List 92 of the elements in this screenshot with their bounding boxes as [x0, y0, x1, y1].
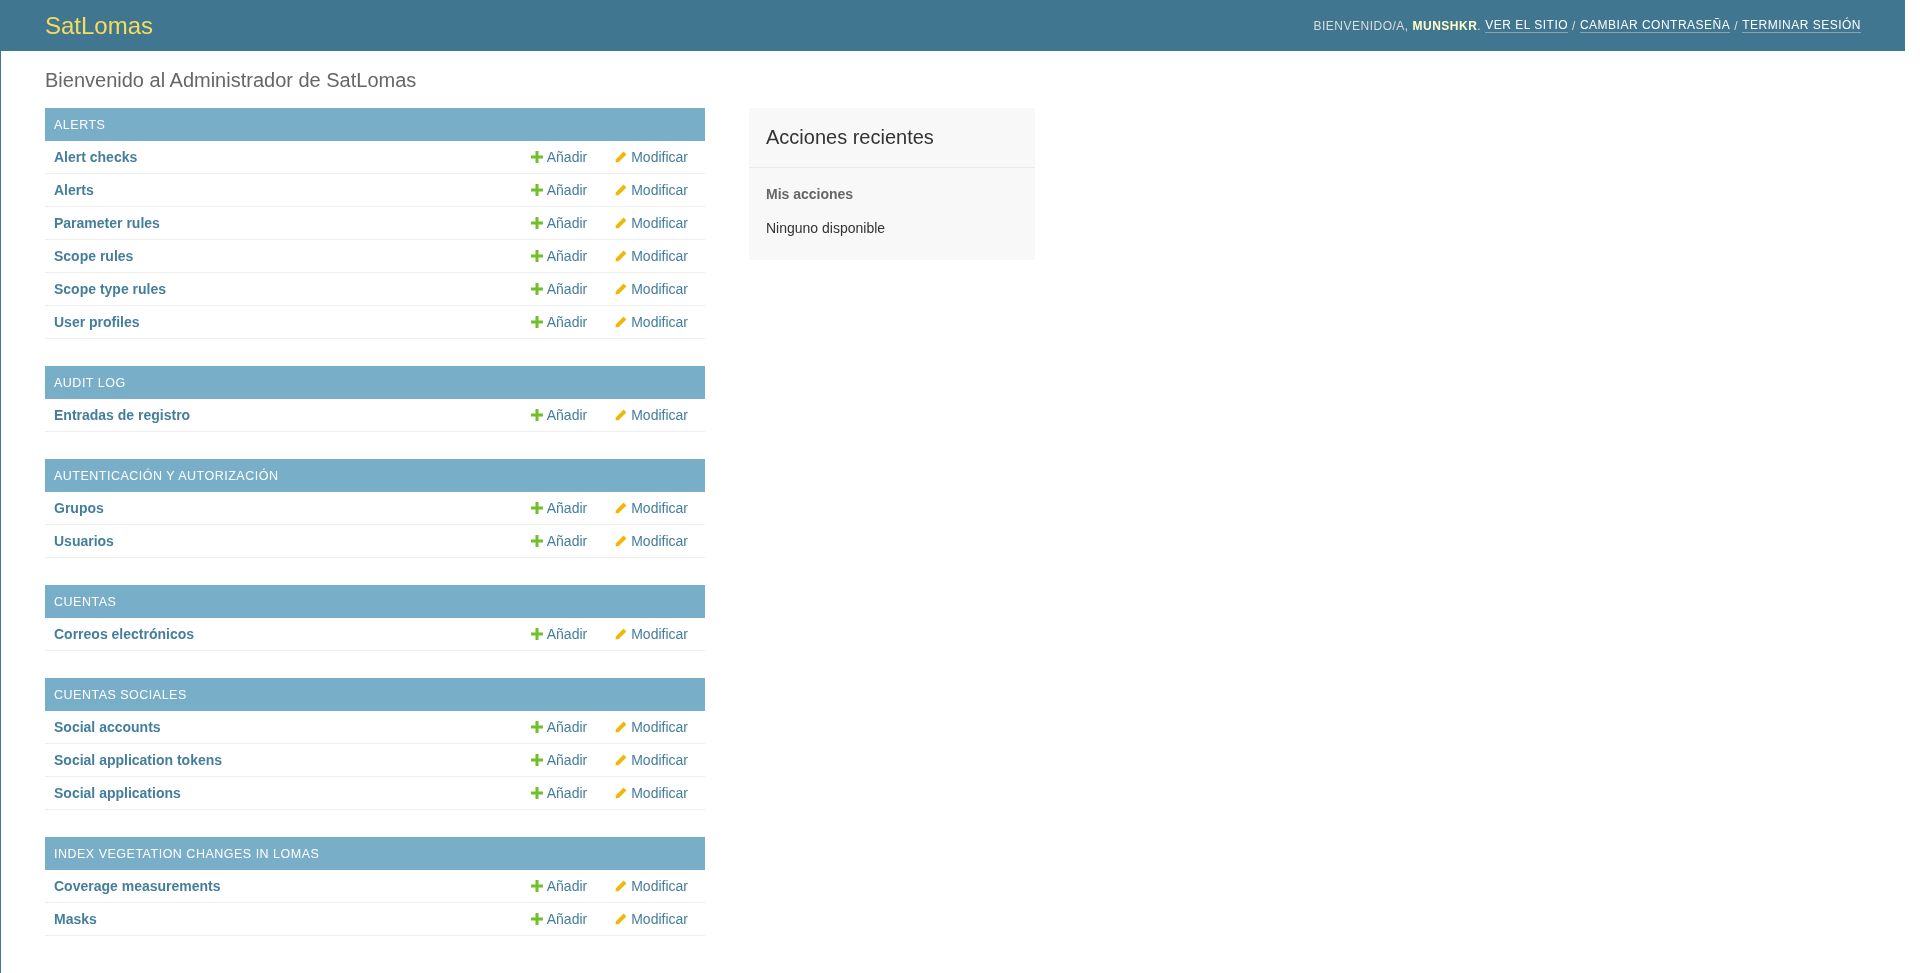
pencil-icon: [615, 628, 628, 640]
model-link[interactable]: Parameter rules: [54, 215, 531, 231]
add-link[interactable]: Añadir: [530, 149, 588, 165]
module-caption[interactable]: AUDIT LOG: [45, 366, 705, 399]
model-link[interactable]: User profiles: [54, 314, 531, 330]
plus-icon: [530, 913, 543, 925]
page-title: Bienvenido al Administrador de SatLomas: [45, 69, 418, 92]
change-link[interactable]: Modificar: [615, 626, 688, 642]
add-link[interactable]: Añadir: [530, 785, 588, 801]
change-link[interactable]: Modificar: [615, 719, 688, 735]
pencil-icon: [615, 409, 628, 421]
plus-icon: [530, 409, 543, 421]
add-link[interactable]: Añadir: [530, 314, 588, 330]
model-link[interactable]: Alerts: [54, 182, 531, 198]
pencil-icon: [615, 535, 628, 547]
pencil-icon: [615, 787, 628, 799]
add-link[interactable]: Añadir: [530, 281, 588, 297]
pencil-icon: [615, 880, 628, 892]
plus-icon: [530, 754, 543, 766]
change-link[interactable]: Modificar: [615, 785, 688, 801]
model-link[interactable]: Social applications: [54, 785, 531, 801]
add-link[interactable]: Añadir: [530, 248, 588, 264]
add-link[interactable]: Añadir: [530, 407, 588, 423]
add-link[interactable]: Añadir: [530, 626, 588, 642]
pencil-icon: [615, 502, 628, 514]
change-link[interactable]: Modificar: [615, 215, 688, 231]
plus-icon: [530, 880, 543, 892]
model-link[interactable]: Scope rules: [54, 248, 531, 264]
plus-icon: [530, 316, 543, 328]
model-link[interactable]: Coverage measurements: [54, 878, 531, 894]
pencil-icon: [615, 217, 628, 229]
module-caption[interactable]: CUENTAS: [45, 585, 705, 618]
user-tool-link[interactable]: CAMBIAR CONTRASEÑA: [1579, 18, 1731, 33]
change-link[interactable]: Modificar: [615, 314, 688, 330]
model-link[interactable]: Scope type rules: [54, 281, 531, 297]
empty-message: Ninguno disponible: [766, 220, 887, 236]
add-link[interactable]: Añadir: [530, 215, 588, 231]
plus-icon: [530, 787, 543, 799]
module-caption[interactable]: ALERTS: [45, 108, 705, 141]
add-link[interactable]: Añadir: [530, 533, 588, 549]
add-link[interactable]: Añadir: [530, 878, 588, 894]
model-link[interactable]: Social accounts: [54, 719, 531, 735]
user-tool-link[interactable]: TERMINAR SESIÓN: [1742, 18, 1861, 33]
pencil-icon: [615, 913, 628, 925]
add-link[interactable]: Añadir: [530, 182, 588, 198]
pencil-icon: [615, 316, 628, 328]
model-link[interactable]: Masks: [54, 911, 531, 927]
user-tool-link[interactable]: VER EL SITIO: [1485, 18, 1569, 33]
plus-icon: [530, 151, 543, 163]
model-link[interactable]: Usuarios: [54, 533, 531, 549]
add-link[interactable]: Añadir: [530, 911, 588, 927]
change-link[interactable]: Modificar: [615, 878, 688, 894]
model-link[interactable]: Grupos: [54, 500, 531, 516]
model-link[interactable]: Correos electrónicos: [54, 626, 531, 642]
plus-icon: [530, 628, 543, 640]
model-link[interactable]: Alert checks: [54, 149, 531, 165]
add-link[interactable]: Añadir: [530, 719, 588, 735]
module-caption[interactable]: CUENTAS SOCIALES: [45, 678, 705, 711]
pencil-icon: [615, 283, 628, 295]
pencil-icon: [615, 721, 628, 733]
module-caption[interactable]: AUTENTICACIÓN Y AUTORIZACIÓN: [45, 459, 705, 492]
site-brand[interactable]: SatLomas: [45, 11, 154, 40]
change-link[interactable]: Modificar: [615, 182, 688, 198]
change-link[interactable]: Modificar: [615, 533, 688, 549]
change-link[interactable]: Modificar: [615, 752, 688, 768]
plus-icon: [530, 283, 543, 295]
change-link[interactable]: Modificar: [615, 149, 688, 165]
add-link[interactable]: Añadir: [530, 500, 588, 516]
change-link[interactable]: Modificar: [615, 500, 688, 516]
change-link[interactable]: Modificar: [615, 281, 688, 297]
plus-icon: [530, 250, 543, 262]
separator-text: /: [1734, 18, 1739, 33]
panel-title: Acciones recientes: [749, 108, 1035, 168]
change-link[interactable]: Modificar: [615, 911, 688, 927]
change-link[interactable]: Modificar: [615, 248, 688, 264]
plus-icon: [530, 721, 543, 733]
pencil-icon: [615, 250, 628, 262]
separator-text: /: [1572, 18, 1576, 33]
plus-icon: [530, 184, 543, 196]
plus-icon: [530, 502, 543, 514]
plus-icon: [530, 217, 543, 229]
model-link[interactable]: Social application tokens: [54, 752, 531, 768]
pencil-icon: [615, 184, 628, 196]
pencil-icon: [615, 754, 628, 766]
module-caption[interactable]: INDEX VEGETATION CHANGES IN LOMAS: [45, 837, 705, 870]
welcome-text: BIENVENIDO/A, MUNSHKR.: [1313, 18, 1482, 33]
add-link[interactable]: Añadir: [530, 752, 588, 768]
panel-subtitle: Mis acciones: [766, 186, 855, 202]
plus-icon: [530, 535, 543, 547]
change-link[interactable]: Modificar: [615, 407, 688, 423]
pencil-icon: [615, 151, 628, 163]
model-link[interactable]: Entradas de registro: [54, 407, 531, 423]
